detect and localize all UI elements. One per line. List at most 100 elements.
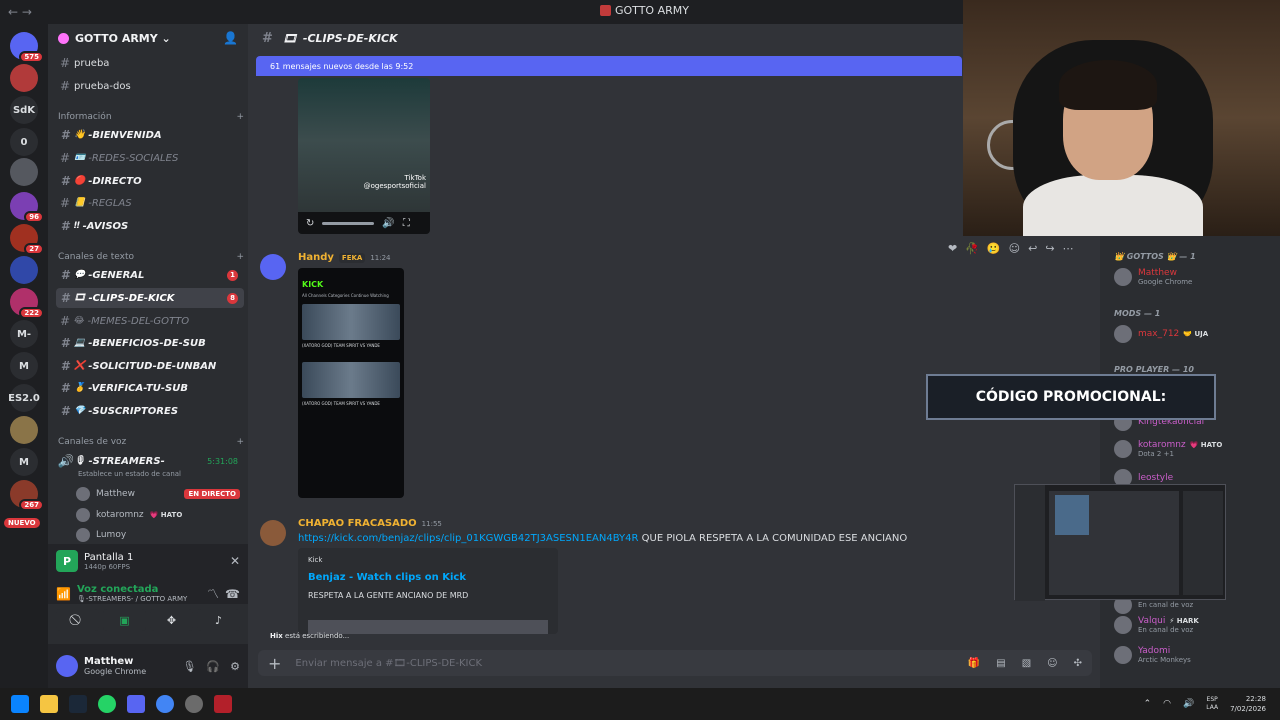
add-channel-icon[interactable]: + <box>236 112 244 122</box>
add-channel-icon[interactable]: + <box>236 437 244 447</box>
author-name[interactable]: CHAPAO FRACASADO <box>298 518 417 529</box>
noise-icon[interactable]: 〽 <box>207 585 219 602</box>
emoji-icon[interactable]: ☺ <box>1047 658 1057 669</box>
volume-icon[interactable]: 🔊 <box>1183 699 1194 709</box>
member-item[interactable]: Valqui ⚡ HARK En canal de voz <box>1114 616 1199 634</box>
soundboard-button[interactable]: ♪ <box>197 609 240 631</box>
member-item[interactable]: max_712 🤝 UJA <box>1114 325 1208 343</box>
attach-plus-icon[interactable]: + <box>268 654 281 673</box>
more-icon[interactable]: ⋯ <box>1063 242 1074 255</box>
member-item[interactable]: kotaromnz 💗 HATO Dota 2 +1 <box>1114 440 1222 458</box>
channel-item[interactable]: # 💎 -SUSCRIPTORES <box>56 401 244 421</box>
channel-item[interactable]: # 📒 -REGLAS <box>56 193 244 213</box>
obs-icon[interactable] <box>185 695 203 713</box>
category-text[interactable]: Canales de texto + <box>58 252 244 262</box>
gift-icon[interactable]: 🎁 <box>968 658 980 669</box>
close-stream-icon[interactable]: ✕ <box>230 554 240 568</box>
headphones-icon[interactable]: 🎧 <box>206 660 220 673</box>
server-icon[interactable]: ES2.0 <box>8 384 40 412</box>
file-explorer-icon[interactable] <box>40 695 58 713</box>
disconnect-icon[interactable]: ☎ <box>225 587 240 601</box>
server-icon[interactable]: 222 <box>10 288 44 319</box>
server-tag[interactable]: FEKA <box>338 252 366 263</box>
channel-item[interactable]: # 👋 -BIENVENIDA <box>56 125 244 145</box>
volume-icon[interactable]: 🔊 <box>382 218 394 229</box>
heart-reaction[interactable]: ❤ <box>948 242 957 255</box>
avatar[interactable] <box>260 520 286 546</box>
nav-arrows[interactable]: ← → <box>8 5 48 19</box>
language-indicator[interactable]: ESP LAA <box>1206 696 1218 712</box>
embed-title[interactable]: Benjaz - Watch clips on Kick <box>308 572 548 583</box>
image-attachment[interactable]: KICK All Channels Categories Continue Wa… <box>298 268 404 498</box>
wifi-icon[interactable]: ◠ <box>1163 699 1171 709</box>
author-name[interactable]: Handy <box>298 252 334 263</box>
discord-icon[interactable] <box>127 695 145 713</box>
category-info[interactable]: Información + <box>58 112 244 122</box>
message-composer[interactable]: + Enviar mensaje a #🎞-CLIPS-DE-KICK 🎁 ▤ … <box>258 650 1092 676</box>
activity-button[interactable]: ✥ <box>150 609 193 631</box>
server-icon[interactable]: 575 <box>10 32 44 63</box>
gif-icon[interactable]: ▤ <box>996 658 1005 669</box>
clock[interactable]: 22:28 7/02/2026 <box>1230 694 1266 714</box>
video-attachment[interactable]: TikTok @ogesportsoficial ↻ 🔊 ⛶ <box>298 78 430 234</box>
app-icon[interactable] <box>214 695 232 713</box>
server-icon[interactable] <box>10 416 38 444</box>
apps-icon[interactable]: ✣ <box>1074 658 1082 669</box>
add-user-icon[interactable]: 👤 <box>223 31 238 45</box>
screen-share-button[interactable]: ▣ <box>103 609 146 631</box>
sticker-icon[interactable]: ▧ <box>1022 658 1031 669</box>
channel-item[interactable]: # 🎞 -CLIPS-DE-KICK 8 <box>56 288 244 308</box>
replay-icon[interactable]: ↻ <box>306 218 314 229</box>
server-icon[interactable]: M- <box>10 320 38 348</box>
video-progress[interactable] <box>322 221 375 225</box>
windows-start-icon[interactable] <box>11 695 29 713</box>
channel-item[interactable]: # ‼ -AVISOS <box>56 216 244 236</box>
channel-item[interactable]: # 😂 -MEMES-DEL-GOTTO <box>56 311 244 331</box>
signal-icon[interactable]: 📶 <box>56 587 71 601</box>
reaction-3[interactable]: 🥲 <box>987 242 1001 255</box>
new-messages-bar[interactable]: 61 mensajes nuevos desde las 9:52 <box>256 56 962 76</box>
avatar[interactable] <box>56 655 78 677</box>
chrome-icon[interactable] <box>156 695 174 713</box>
server-icon[interactable]: M <box>10 448 38 476</box>
channel-item[interactable]: # 💬 -GENERAL 1 <box>56 265 244 285</box>
server-icon[interactable]: 267 <box>10 480 44 511</box>
server-icon[interactable] <box>10 158 38 186</box>
channel-prueba[interactable]: # prueba <box>56 53 244 73</box>
microphone-icon[interactable]: 🎙 <box>182 660 196 673</box>
voice-user[interactable]: Matthew EN DIRECTO <box>76 485 240 503</box>
avatar[interactable] <box>260 254 286 280</box>
server-icon[interactable]: 96 <box>10 192 44 223</box>
message-input[interactable]: Enviar mensaje a #🎞-CLIPS-DE-KICK <box>295 658 482 669</box>
server-icon[interactable]: 27 <box>10 224 44 255</box>
channel-prueba-dos[interactable]: # prueba-dos <box>56 76 244 96</box>
fullscreen-icon[interactable]: ⛶ <box>403 218 410 229</box>
server-icon[interactable] <box>10 256 38 284</box>
server-icon[interactable]: M <box>10 352 38 380</box>
voice-user[interactable]: kotaromnz 💗 HATO <box>76 506 240 524</box>
add-reaction-icon[interactable]: ☺ <box>1009 242 1020 255</box>
server-icon[interactable]: 0 <box>10 128 38 156</box>
embed-provider[interactable]: Kick <box>308 556 548 564</box>
forward-icon[interactable]: ↪ <box>1045 242 1054 255</box>
server-icon[interactable]: SdK <box>10 96 38 124</box>
whatsapp-icon[interactable] <box>98 695 116 713</box>
server-icon[interactable] <box>10 64 38 92</box>
gear-icon[interactable]: ⚙ <box>230 660 240 673</box>
category-voice[interactable]: Canales de voz + <box>58 437 244 447</box>
member-item[interactable]: Yadomi Arctic Monkeys <box>1114 646 1191 664</box>
channel-item[interactable]: # ❌ -SOLICITUD-DE-UNBAN <box>56 356 244 376</box>
reply-icon[interactable]: ↩ <box>1028 242 1037 255</box>
voice-user[interactable]: Lumoy <box>76 526 240 544</box>
add-channel-icon[interactable]: + <box>236 252 244 262</box>
steam-icon[interactable] <box>69 695 87 713</box>
new-server-badge[interactable]: NUEVO <box>4 518 40 528</box>
channel-item[interactable]: # 🔴 -DIRECTO <box>56 171 244 191</box>
message-link[interactable]: https://kick.com/benjaz/clips/clip_01KGW… <box>298 533 638 544</box>
voice-channel-streamers[interactable]: 🔊 🎙 -STREAMERS- 5:31:08 <box>56 451 244 471</box>
camera-off-button[interactable]: ⃠ <box>56 609 99 631</box>
reaction-2[interactable]: 🥀 <box>965 242 979 255</box>
member-item[interactable]: Matthew Google Chrome <box>1114 268 1192 286</box>
channel-status-hint[interactable]: Establece un estado de canal <box>78 470 181 478</box>
chevron-up-icon[interactable]: ⌃ <box>1144 699 1152 709</box>
